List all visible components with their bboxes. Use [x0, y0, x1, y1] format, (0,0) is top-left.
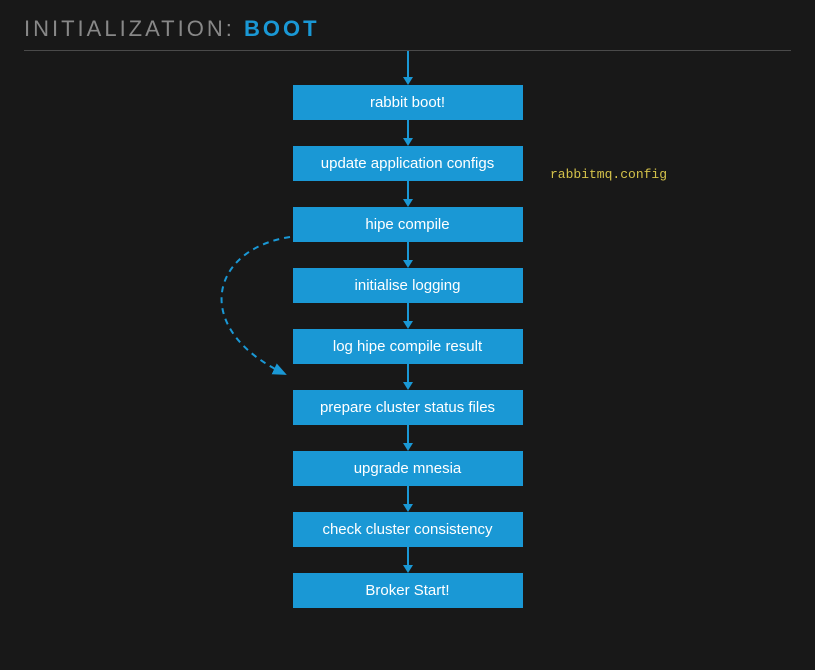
step-check-consistency: check cluster consistency — [293, 512, 523, 547]
header-suffix: BOOT — [244, 16, 320, 41]
step-hipe-compile: hipe compile — [293, 207, 523, 242]
arrow-6 — [403, 425, 413, 451]
step-broker-start: Broker Start! — [293, 573, 523, 608]
arrow-4 — [403, 303, 413, 329]
config-annotation: rabbitmq.config — [550, 167, 667, 182]
step-prepare-cluster: prepare cluster status files — [293, 390, 523, 425]
arrow-8 — [403, 547, 413, 573]
step-upgrade-mnesia: upgrade mnesia — [293, 451, 523, 486]
flowchart-container: rabbit boot! update application configs … — [0, 51, 815, 661]
step-initialise-logging: initialise logging — [293, 268, 523, 303]
header-prefix: INITIALIZATION: — [24, 16, 235, 41]
arrow-1 — [403, 120, 413, 146]
arrow-3 — [403, 242, 413, 268]
arrow-5 — [403, 364, 413, 390]
step-rabbit-boot: rabbit boot! — [293, 85, 523, 120]
arrow-7 — [403, 486, 413, 512]
page-header: INITIALIZATION: BOOT — [0, 0, 815, 50]
arrow-2 — [403, 181, 413, 207]
step-update-configs: update application configs — [293, 146, 523, 181]
dashed-curved-arrow — [190, 229, 300, 389]
step-log-hipe-result: log hipe compile result — [293, 329, 523, 364]
flow-column: rabbit boot! update application configs … — [293, 51, 523, 608]
arrow-initial — [403, 51, 413, 85]
